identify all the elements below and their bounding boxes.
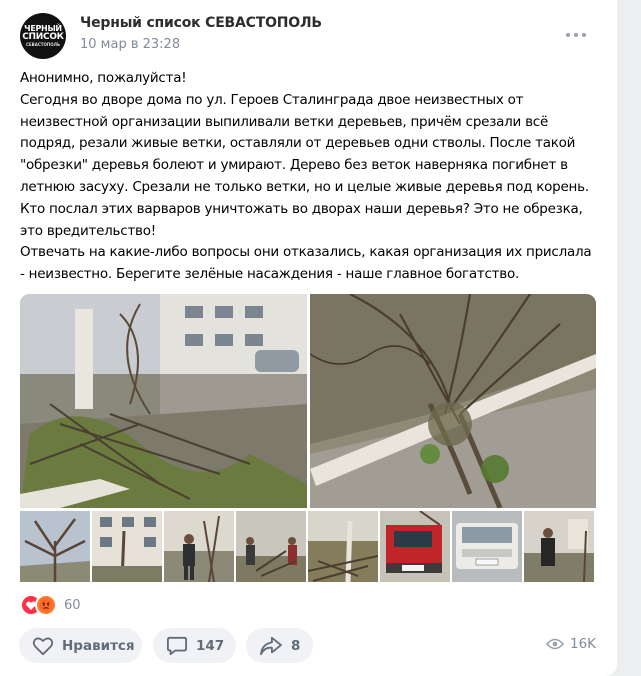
comment-button[interactable]: 147 <box>153 628 236 663</box>
eye-icon <box>546 638 564 650</box>
photo-red-truck[interactable] <box>380 511 450 582</box>
avatar[interactable]: ЧЕРНЫЙ СПИСОК СЕВАСТОПОЛЬ <box>20 13 66 59</box>
post-text-line: Кто послал этих варваров уничтожать во д… <box>20 200 583 217</box>
post-text-line: подряд, резали живые ветки, оставляли от… <box>20 135 576 152</box>
post-text-line: это вредительство! <box>20 222 156 239</box>
avatar-text-line-3: СЕВАСТОПОЛЬ <box>26 42 60 47</box>
photo-workers-branches[interactable] <box>236 511 306 582</box>
photo-yard-cut-branches[interactable] <box>20 294 307 508</box>
reactions[interactable]: 60 <box>20 594 81 616</box>
post-date[interactable]: 10 мар в 23:28 <box>80 37 180 52</box>
post-card: ЧЕРНЫЙ СПИСОК СЕВАСТОПОЛЬ Черный список … <box>0 0 617 676</box>
angry-face-icon <box>35 594 57 616</box>
post-text-line: летнюю засуху. Срезали не только ветки, … <box>20 178 589 195</box>
views-count: 16K <box>570 636 597 652</box>
avatar-text-line-2: СПИСОК <box>22 32 64 42</box>
photo-tree[interactable] <box>20 511 90 582</box>
post-text-line: - неизвестно. Берегите зелёные насаждени… <box>20 266 520 283</box>
like-label: Нравится <box>62 637 135 654</box>
reaction-count[interactable]: 60 <box>64 598 81 613</box>
post-text: Анонимно, пожалуйста! Сегодня во дворе д… <box>20 68 610 286</box>
more-options-icon[interactable] <box>566 27 596 43</box>
heart-outline-icon <box>32 637 54 655</box>
post-text-line: неизвестной организации выпиливали ветки… <box>20 113 549 130</box>
photo-worker[interactable] <box>164 511 234 582</box>
post-text-line: Сегодня во дворе дома по ул. Героев Стал… <box>20 91 524 108</box>
comment-icon <box>167 636 187 655</box>
post-text-line: Отвечать на какие-либо вопросы они отказ… <box>20 244 592 261</box>
share-button[interactable]: 8 <box>246 628 313 663</box>
comments-count: 147 <box>196 637 225 654</box>
photo-building[interactable] <box>92 511 162 582</box>
shares-count: 8 <box>291 637 301 654</box>
photo-cut-trunk[interactable] <box>308 511 378 582</box>
photo-fallen-tree[interactable] <box>310 294 596 508</box>
post-text-line: "обрезки" деревья болеют и умирают. Дере… <box>20 157 568 174</box>
photo-white-van[interactable] <box>452 511 522 582</box>
like-button[interactable]: Нравится <box>19 628 142 663</box>
photo-thumbnails <box>20 511 596 582</box>
post-author[interactable]: Черный список СЕВАСТОПОЛЬ <box>80 15 322 31</box>
share-icon <box>260 636 282 655</box>
views-counter: 16K <box>546 636 596 652</box>
photo-man-yard[interactable] <box>524 511 594 582</box>
post-text-line: Анонимно, пожалуйста! <box>20 70 187 86</box>
